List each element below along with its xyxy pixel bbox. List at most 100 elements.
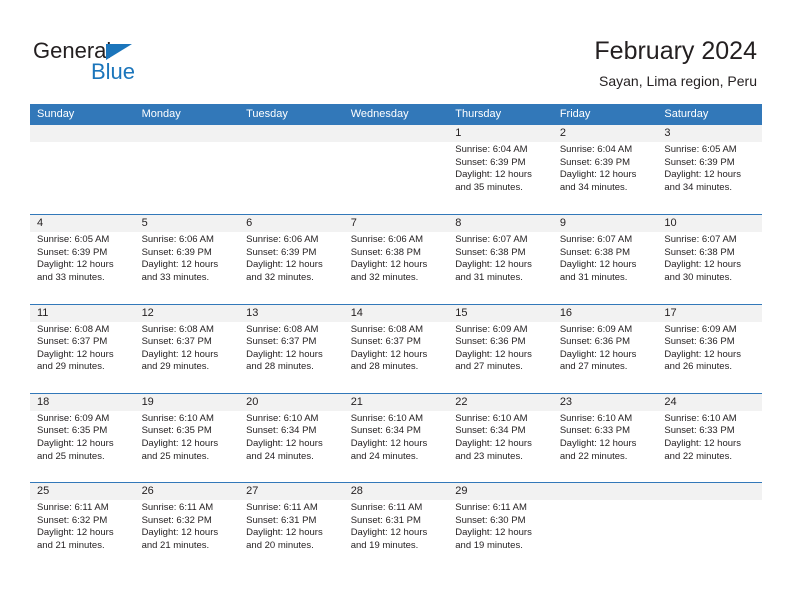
calendar-week-row: 18 Sunrise: 6:09 AM Sunset: 6:35 PM Dayligh… [30, 392, 762, 483]
calendar-day-cell[interactable]: 16 Sunrise: 6:09 AM Sunset: 6:36 PM Dayligh… [552, 304, 658, 393]
day-of-week-header-row: Sunday Monday Tuesday Wednesday Thursday Frid… [30, 104, 762, 125]
calendar-day-cell[interactable]: 23 Sunrise: 6:10 AM Sunset: 6:33 PM Dayligh… [552, 393, 658, 483]
sunrise-text: Sunrise: 6:06 AM [246, 234, 319, 246]
sunset-text: Sunset: 6:37 PM [246, 336, 317, 348]
calendar-week-row: 4 Sunrise: 6:05 AM Sunset: 6:39 PM Daylight… [30, 214, 762, 304]
calendar-day-cell[interactable]: 9 Sunrise: 6:07 AM Sunset: 6:38 PM Daylight… [552, 215, 658, 304]
calendar-day-cell[interactable]: 24 Sunrise: 6:10 AM Sunset: 6:33 PM Dayligh… [657, 393, 762, 483]
sunrise-text: Sunrise: 6:11 AM [141, 502, 214, 514]
day-sun-info: Sunrise: 6:10 AM Sunset: 6:34 PM Daylight:… [344, 411, 449, 463]
sunrise-text: Sunrise: 6:10 AM [664, 412, 737, 424]
sunrise-text: Sunrise: 6:06 AM [350, 234, 424, 246]
calendar-day-cell[interactable]: 25 Sunrise: 6:11 AM Sunset: 6:32 PM Dayligh… [30, 483, 135, 572]
calendar-day-cell[interactable]: 28 Sunrise: 6:11 AM Sunset: 6:31 PM Dayligh… [343, 483, 449, 572]
calendar-day-cell[interactable]: 5 Sunrise: 6:06 AM Sunset: 6:39 PM Daylight… [134, 215, 240, 304]
daylight-text: Daylight: 12 hours and 27 minutes. [559, 348, 637, 373]
day-number: 6 [239, 215, 344, 233]
day-number: 29 [448, 483, 553, 501]
sunrise-text: Sunrise: 6:11 AM [37, 502, 109, 514]
sunset-text: Sunset: 6:39 PM [37, 246, 108, 258]
daylight-text: Daylight: 12 hours and 29 minutes. [141, 348, 219, 373]
day-number: 3 [657, 125, 762, 142]
calendar-day-cell[interactable]: 22 Sunrise: 6:10 AM Sunset: 6:34 PM Dayligh… [448, 393, 553, 483]
daylight-text: Daylight: 12 hours and 19 minutes. [350, 527, 428, 551]
day-number: 9 [552, 215, 658, 233]
day-sun-info: Sunrise: 6:07 AM Sunset: 6:38 PM Daylight:… [657, 232, 762, 284]
day-sun-info: Sunrise: 6:11 AM Sunset: 6:32 PM Daylight:… [135, 500, 240, 552]
day-number: 1 [448, 125, 553, 142]
calendar-day-cell[interactable]: 26 Sunrise: 6:11 AM Sunset: 6:32 PM Dayligh… [134, 483, 240, 572]
day-sun-info: Sunrise: 6:05 AM Sunset: 6:39 PM Daylight:… [30, 232, 135, 284]
daylight-text: Daylight: 12 hours and 28 minutes. [350, 348, 428, 373]
daylight-text: Daylight: 12 hours and 34 minutes. [559, 169, 637, 193]
calendar-day-cell[interactable]: 4 Sunrise: 6:05 AM Sunset: 6:39 PM Daylight… [30, 215, 135, 304]
calendar-day-cell[interactable]: 17 Sunrise: 6:09 AM Sunset: 6:36 PM Dayligh… [657, 304, 762, 393]
daylight-text: Daylight: 12 hours and 32 minutes. [350, 259, 428, 284]
calendar-day-cell[interactable]: 15 Sunrise: 6:09 AM Sunset: 6:36 PM Dayligh… [448, 304, 553, 393]
day-number: 19 [134, 393, 240, 411]
day-number: 25 [30, 483, 135, 501]
calendar-day-cell[interactable]: 20 Sunrise: 6:10 AM Sunset: 6:34 PM Dayligh… [239, 393, 344, 483]
sunset-text: Sunset: 6:30 PM [455, 514, 526, 526]
day-number [343, 125, 449, 142]
day-of-week-header: Friday [559, 108, 591, 120]
calendar-day-cell[interactable]: 14 Sunrise: 6:08 AM Sunset: 6:37 PM Dayligh… [343, 304, 449, 393]
sunset-text: Sunset: 6:38 PM [559, 246, 631, 258]
sunrise-text: Sunrise: 6:11 AM [350, 502, 423, 514]
calendar-day-cell[interactable]: 1 Sunrise: 6:04 AM Sunset: 6:39 PM Daylight… [448, 125, 553, 215]
day-number [134, 125, 240, 142]
daylight-text: Daylight: 12 hours and 29 minutes. [37, 348, 114, 373]
day-of-week-header: Saturday [664, 108, 709, 120]
sunset-text: Sunset: 6:35 PM [141, 425, 212, 437]
sunset-text: Sunset: 6:35 PM [37, 425, 108, 437]
sunrise-text: Sunrise: 6:10 AM [141, 412, 214, 424]
calendar-day-cell[interactable]: 11 Sunrise: 6:08 AM Sunset: 6:37 PM Dayligh… [30, 304, 135, 393]
calendar-day-cell[interactable]: 2 Sunrise: 6:04 AM Sunset: 6:39 PM Daylight… [552, 125, 658, 215]
day-sun-info: Sunrise: 6:06 AM Sunset: 6:39 PM Daylight:… [135, 232, 240, 284]
day-sun-info: Sunrise: 6:11 AM Sunset: 6:30 PM Daylight:… [448, 500, 553, 552]
daylight-text: Daylight: 12 hours and 33 minutes. [37, 259, 114, 284]
sunset-text: Sunset: 6:38 PM [664, 246, 735, 258]
calendar-day-cell[interactable]: 19 Sunrise: 6:10 AM Sunset: 6:35 PM Dayligh… [134, 393, 240, 483]
calendar-day-cell-empty [30, 125, 135, 215]
calendar-day-cell[interactable]: 29 Sunrise: 6:11 AM Sunset: 6:30 PM Dayligh… [448, 483, 553, 572]
daylight-text: Daylight: 12 hours and 35 minutes. [455, 169, 532, 193]
sunrise-text: Sunrise: 6:10 AM [455, 412, 528, 424]
calendar-day-cell-empty [657, 483, 762, 572]
calendar-day-cell[interactable]: 13 Sunrise: 6:08 AM Sunset: 6:37 PM Dayligh… [239, 304, 344, 393]
calendar-day-cell[interactable]: 21 Sunrise: 6:10 AM Sunset: 6:34 PM Dayligh… [343, 393, 449, 483]
sunrise-text: Sunrise: 6:04 AM [559, 144, 633, 155]
day-sun-info: Sunrise: 6:11 AM Sunset: 6:31 PM Daylight:… [239, 500, 344, 552]
calendar-day-cell[interactable]: 12 Sunrise: 6:08 AM Sunset: 6:37 PM Dayligh… [134, 304, 240, 393]
sunrise-text: Sunrise: 6:07 AM [559, 234, 633, 246]
day-sun-info: Sunrise: 6:09 AM Sunset: 6:36 PM Daylight:… [657, 322, 762, 374]
calendar-day-cell[interactable]: 10 Sunrise: 6:07 AM Sunset: 6:38 PM Dayligh… [657, 215, 762, 304]
daylight-text: Daylight: 12 hours and 34 minutes. [664, 169, 741, 193]
sunset-text: Sunset: 6:36 PM [664, 336, 735, 348]
calendar-day-cell[interactable]: 8 Sunrise: 6:07 AM Sunset: 6:38 PM Daylight… [448, 215, 553, 304]
sunset-text: Sunset: 6:37 PM [37, 336, 108, 348]
daylight-text: Daylight: 12 hours and 19 minutes. [455, 527, 532, 551]
calendar-day-cell[interactable]: 7 Sunrise: 6:06 AM Sunset: 6:38 PM Daylight… [343, 215, 449, 304]
daylight-text: Daylight: 12 hours and 22 minutes. [664, 438, 741, 462]
page-subtitle: Sayan, Lima region, Peru [599, 73, 757, 89]
page-title: February 2024 [594, 37, 757, 65]
sunrise-text: Sunrise: 6:09 AM [37, 412, 110, 424]
calendar-day-cell[interactable]: 6 Sunrise: 6:06 AM Sunset: 6:39 PM Daylight… [239, 215, 344, 304]
calendar-day-cell[interactable]: 27 Sunrise: 6:11 AM Sunset: 6:31 PM Dayligh… [239, 483, 344, 572]
day-number: 5 [134, 215, 240, 233]
calendar-day-cell[interactable]: 3 Sunrise: 6:05 AM Sunset: 6:39 PM Daylight… [657, 125, 762, 215]
daylight-text: Daylight: 12 hours and 25 minutes. [141, 438, 219, 462]
day-sun-info: Sunrise: 6:06 AM Sunset: 6:38 PM Daylight:… [344, 232, 449, 284]
day-sun-info: Sunrise: 6:11 AM Sunset: 6:32 PM Daylight:… [30, 500, 135, 552]
sunrise-text: Sunrise: 6:09 AM [664, 323, 737, 335]
day-sun-info: Sunrise: 6:06 AM Sunset: 6:39 PM Daylight:… [239, 232, 344, 284]
sunset-text: Sunset: 6:39 PM [559, 156, 631, 168]
sunrise-text: Sunrise: 6:08 AM [37, 323, 110, 335]
sunset-text: Sunset: 6:33 PM [664, 425, 735, 437]
day-number: 4 [30, 215, 135, 233]
calendar-day-cell[interactable]: 18 Sunrise: 6:09 AM Sunset: 6:35 PM Dayligh… [30, 393, 135, 483]
day-number [552, 483, 658, 501]
day-sun-info: Sunrise: 6:04 AM Sunset: 6:39 PM Daylight:… [448, 142, 553, 194]
day-number: 23 [552, 393, 658, 411]
